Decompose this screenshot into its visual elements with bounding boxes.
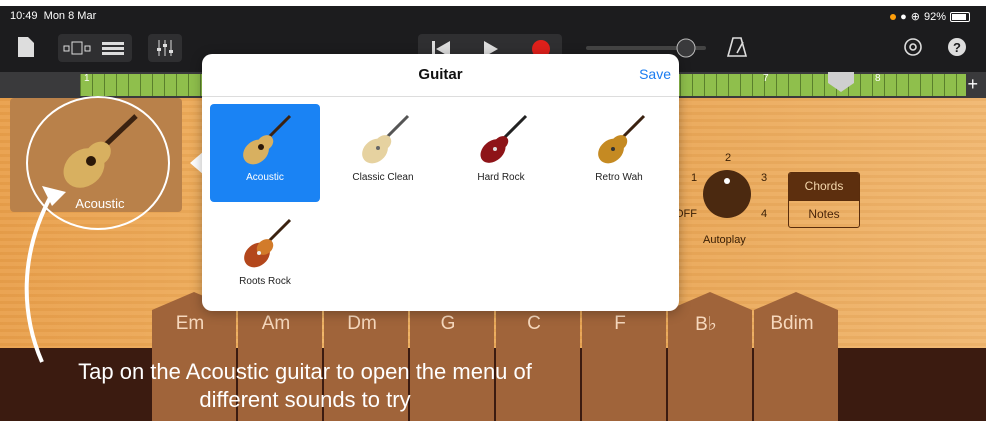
mixer-button[interactable] xyxy=(148,34,182,62)
popover-title: Guitar xyxy=(418,66,463,83)
my-songs-icon[interactable] xyxy=(16,36,36,58)
chord-label-am: Am xyxy=(261,313,291,334)
guitar-option-label: Acoustic xyxy=(246,172,284,183)
guitar-option-retro-wah[interactable]: Retro Wah xyxy=(564,104,674,202)
guitar-picker-popover: Guitar Save Acoustic Classic Clean Hard … xyxy=(202,54,679,311)
status-time: 10:49 xyxy=(10,10,38,22)
caption-line-2: different sounds to try xyxy=(199,387,411,412)
wifi-icon: ● xyxy=(900,10,907,23)
chords-notes-toggle: Chords Notes xyxy=(788,172,860,228)
retro-wah-guitar-icon xyxy=(598,114,646,164)
guitar-option-label: Retro Wah xyxy=(595,172,643,183)
save-button[interactable]: Save xyxy=(639,66,671,82)
autoplay-pos-1: 1 xyxy=(691,172,698,184)
popover-header: Guitar Save xyxy=(202,54,679,97)
acoustic-guitar-icon xyxy=(243,114,292,165)
chord-label-g: G xyxy=(440,313,456,334)
status-clock: 10:49 Mon 8 Mar xyxy=(10,10,96,22)
view-toggle-group xyxy=(58,34,132,62)
mic-indicator-icon xyxy=(890,13,897,20)
svg-text:?: ? xyxy=(953,40,961,55)
guitar-option-label: Roots Rock xyxy=(239,276,291,287)
hard-rock-guitar-icon xyxy=(480,114,528,163)
classic-clean-guitar-icon xyxy=(362,114,410,164)
guitar-option-classic-clean[interactable]: Classic Clean xyxy=(328,104,438,202)
notes-button[interactable]: Notes xyxy=(789,200,859,227)
ruler-mark-7: 7 xyxy=(763,73,769,84)
guitar-option-roots-rock[interactable]: Roots Rock xyxy=(210,208,320,306)
location-icon: ⊕ xyxy=(910,11,920,23)
ruler-mark-8: 8 xyxy=(875,73,881,84)
roots-rock-guitar-icon xyxy=(244,218,292,268)
autoplay-knob[interactable] xyxy=(703,170,751,218)
chord-label-bdim: Bdim xyxy=(770,313,814,334)
metronome-icon[interactable] xyxy=(724,34,750,60)
chord-label-em: Em xyxy=(175,313,205,334)
add-section-icon[interactable]: + xyxy=(967,74,978,95)
chord-label-f: F xyxy=(614,313,626,334)
settings-icon[interactable] xyxy=(900,34,926,60)
autoplay-pos-3: 3 xyxy=(761,172,768,184)
ruler-mark-1: 1 xyxy=(84,73,90,84)
guitar-option-label: Hard Rock xyxy=(477,172,525,183)
autoplay-pos-4: 4 xyxy=(761,208,768,220)
guitar-option-hard-rock[interactable]: Hard Rock xyxy=(446,104,556,202)
help-icon[interactable]: ? xyxy=(944,34,970,60)
battery-percent: 92% xyxy=(923,10,946,23)
status-indicators: ● ⊕ 92% xyxy=(890,10,970,23)
curved-arrow-icon xyxy=(24,186,66,363)
chords-button[interactable]: Chords xyxy=(789,173,859,200)
status-date: Mon 8 Mar xyxy=(43,10,97,22)
chord-strip-bflat[interactable] xyxy=(668,292,752,421)
chord-strip-bdim[interactable] xyxy=(754,292,838,421)
guitar-option-label: Classic Clean xyxy=(352,172,414,183)
chord-label-dm: Dm xyxy=(347,313,377,334)
chord-label-bflat: B♭ xyxy=(695,314,717,335)
tracks-view-icon[interactable] xyxy=(98,38,128,58)
garageband-screen: 10:49 Mon 8 Mar ● ⊕ 92% ? 1 7 8 + Acoust… xyxy=(0,6,986,421)
autoplay-label: Autoplay xyxy=(703,234,746,246)
guitar-option-acoustic[interactable]: Acoustic xyxy=(210,104,320,202)
autoplay-knob-group: 2 1 3 OFF 4 Autoplay xyxy=(675,140,785,250)
autoplay-pos-2: 2 xyxy=(725,152,732,164)
caption-line-1: Tap on the Acoustic guitar to open the m… xyxy=(78,359,532,384)
chord-label-c: C xyxy=(527,313,541,334)
mixer-icon xyxy=(154,38,176,58)
battery-icon xyxy=(950,11,970,22)
tutorial-caption: Tap on the Acoustic guitar to open the m… xyxy=(0,358,610,414)
instrument-view-icon[interactable] xyxy=(62,38,92,58)
